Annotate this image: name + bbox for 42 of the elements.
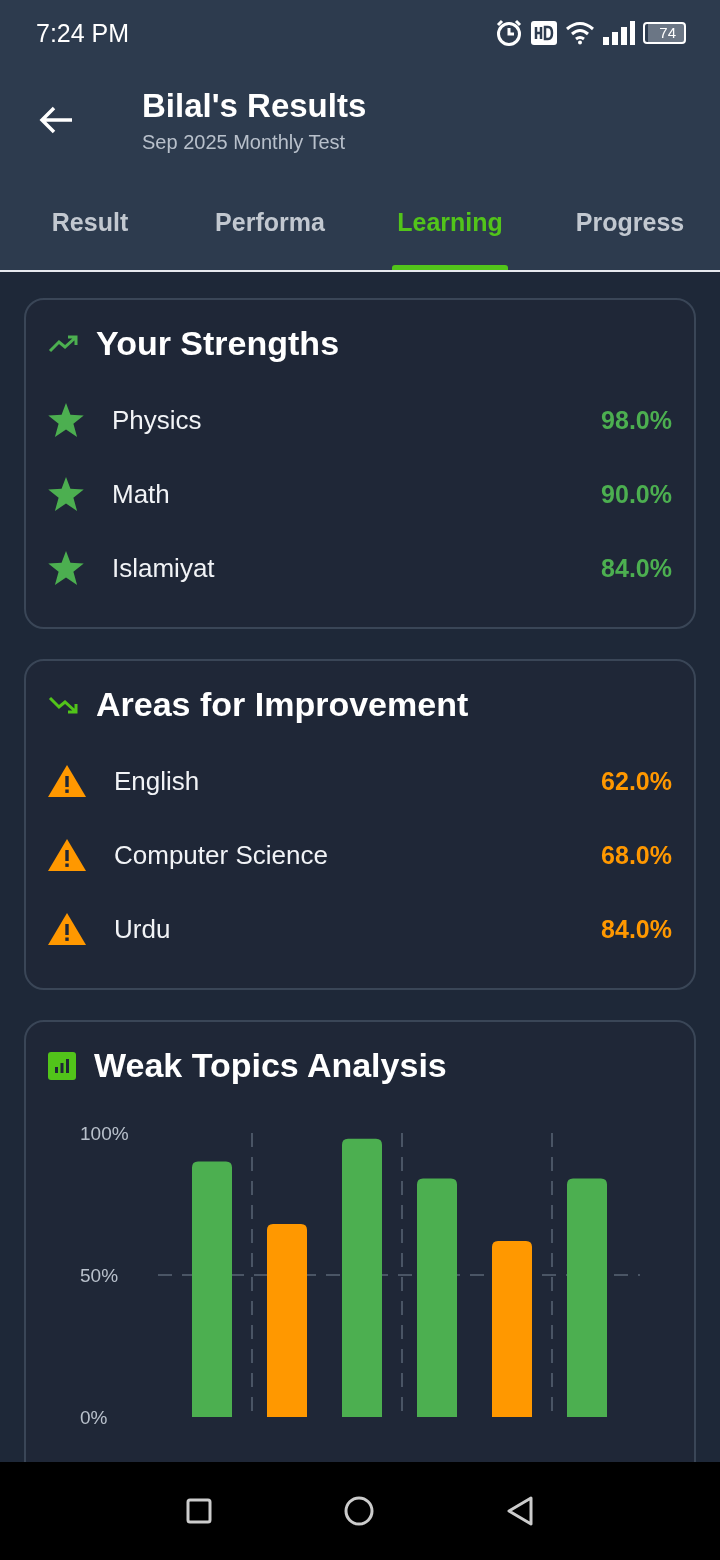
alarm-icon bbox=[495, 19, 524, 47]
home-icon[interactable] bbox=[344, 1496, 374, 1526]
subject-name: Urdu bbox=[114, 913, 172, 945]
tab[interactable]: Result bbox=[0, 174, 180, 270]
hd-icon bbox=[531, 21, 558, 45]
star-icon bbox=[48, 477, 84, 511]
star-icon bbox=[48, 551, 84, 585]
trend-down-icon bbox=[48, 695, 78, 714]
back-nav-icon[interactable] bbox=[506, 1496, 534, 1526]
subject-name: Math bbox=[112, 478, 171, 510]
card-title: Your Strengths bbox=[96, 324, 340, 363]
card-title: Areas for Improvement bbox=[96, 685, 469, 724]
wifi-icon bbox=[565, 21, 596, 45]
warning-icon bbox=[48, 765, 86, 797]
page-subtitle: Sep 2025 Monthly Test bbox=[142, 130, 347, 154]
axis-label: 50% bbox=[80, 1265, 119, 1286]
warning-icon bbox=[48, 913, 86, 945]
subject-name: Islamiyat bbox=[112, 552, 216, 584]
star-icon bbox=[48, 403, 84, 437]
status-time: 7:24 PM bbox=[36, 18, 130, 48]
axis-label: 100% bbox=[80, 1123, 129, 1144]
subject-name: Physics bbox=[112, 404, 203, 436]
battery-indicator: 74 bbox=[643, 22, 686, 44]
subject-score: 98.0% bbox=[601, 405, 672, 435]
page-title: Bilal's Results bbox=[142, 86, 367, 125]
axis-label: 0% bbox=[80, 1407, 108, 1428]
tab[interactable]: Progress bbox=[540, 174, 720, 270]
subject-name: English bbox=[114, 765, 201, 797]
card-title: Weak Topics Analysis bbox=[94, 1046, 447, 1085]
tab[interactable]: Performa bbox=[180, 174, 360, 270]
subject-score: 84.0% bbox=[601, 914, 672, 944]
trend-up-icon bbox=[48, 334, 78, 353]
subject-score: 68.0% bbox=[601, 840, 672, 870]
subject-name: Computer Science bbox=[114, 839, 329, 871]
tab[interactable]: Learning bbox=[360, 174, 540, 270]
chart-icon bbox=[48, 1051, 76, 1080]
warning-icon bbox=[48, 839, 86, 871]
subject-score: 62.0% bbox=[601, 766, 672, 796]
subject-score: 90.0% bbox=[601, 479, 672, 509]
subject-score: 84.0% bbox=[601, 553, 672, 583]
signal-icon bbox=[603, 21, 636, 45]
recents-icon[interactable] bbox=[186, 1498, 212, 1524]
